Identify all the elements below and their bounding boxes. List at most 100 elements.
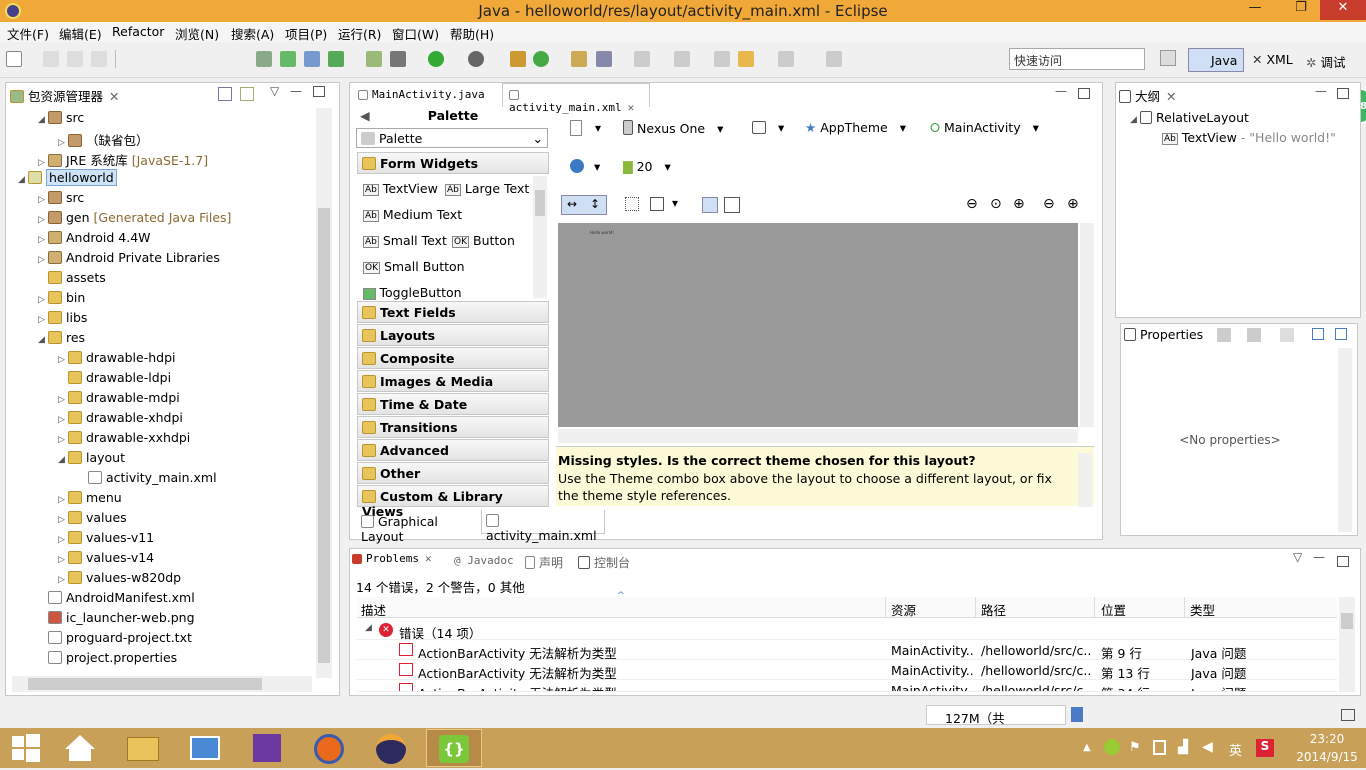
close-button[interactable]: ✕ — [1320, 0, 1366, 20]
chevron-down-icon[interactable]: ▾ — [595, 121, 601, 135]
menu-search[interactable]: 搜索(A) — [231, 24, 274, 43]
table-row[interactable]: ActionBarActivity 无法解析为类型 MainActivity..… — [357, 640, 1337, 661]
palette-select[interactable]: Palette ⌄ — [356, 128, 548, 148]
properties-scrollbar[interactable] — [1338, 348, 1352, 532]
tree-item[interactable]: ▷ bin — [38, 290, 85, 310]
view-menu-icon[interactable]: ▽ — [270, 84, 279, 98]
tree-item[interactable]: ▷ src — [38, 190, 84, 210]
next-annotation-icon[interactable] — [634, 51, 650, 67]
warning-scrollbar[interactable] — [1078, 453, 1092, 507]
collapse-all-icon[interactable] — [1335, 328, 1347, 340]
outline-root[interactable]: ◢ RelativeLayout — [1130, 110, 1249, 125]
column-location[interactable]: 位置 — [1101, 600, 1126, 619]
sort-az-icon[interactable] — [1247, 328, 1261, 342]
canvas-vertical-scrollbar[interactable] — [1080, 223, 1094, 427]
tab-javadoc[interactable]: @ Javadoc — [454, 554, 514, 567]
tab-problems[interactable]: Problems ✕ — [352, 552, 432, 565]
search-icon[interactable] — [596, 51, 612, 67]
eclipse-taskbar-icon[interactable] — [369, 729, 413, 767]
close-icon[interactable]: ✕ — [425, 552, 432, 565]
file-explorer-icon[interactable] — [121, 729, 165, 767]
canvas-horizontal-scrollbar[interactable] — [558, 429, 1078, 443]
tab-activity-main[interactable]: activity_main.xml ✕ — [502, 83, 650, 114]
tab-console[interactable]: 控制台 — [578, 554, 630, 571]
lint-icon[interactable] — [304, 51, 320, 67]
tree-item[interactable]: ▷ drawable-xhdpi — [58, 410, 183, 430]
pin-editor-icon[interactable] — [826, 51, 842, 67]
save-all-icon[interactable] — [67, 51, 83, 67]
tree-item[interactable]: ◢ src — [38, 110, 84, 130]
perspective-debug[interactable]: ✲ 调试 — [1300, 48, 1351, 72]
open-perspective-icon[interactable] — [1160, 50, 1176, 66]
tree-item-selected[interactable]: ◢ helloworld — [18, 169, 117, 190]
debug-icon[interactable] — [390, 51, 406, 67]
external-tools-icon[interactable] — [468, 51, 484, 67]
close-icon[interactable]: ✕ — [109, 89, 119, 104]
maximize-view-icon[interactable] — [313, 86, 325, 97]
widget-large-text[interactable]: Ab Large Text — [445, 181, 529, 196]
locale-select[interactable]: ▾ — [570, 159, 600, 174]
tree-item[interactable]: project.properties — [38, 650, 177, 670]
tray-app-icon[interactable] — [1104, 739, 1120, 755]
device-select[interactable]: Nexus One ▾ — [623, 120, 723, 136]
table-row[interactable]: ActionBarActivity 无法解析为类型 MainActivity..… — [357, 680, 1337, 692]
print-icon[interactable] — [91, 51, 107, 67]
tree-item[interactable]: AndroidManifest.xml — [38, 590, 195, 610]
remote-desktop-icon[interactable] — [183, 729, 227, 767]
package-explorer-tab[interactable]: 包资源管理器 ✕ — [10, 86, 120, 110]
layout-canvas[interactable]: Hello world! — [558, 223, 1078, 427]
column-path[interactable]: 路径 — [981, 600, 1006, 619]
api-level-select[interactable]: ▇ 20 ▾ — [623, 159, 671, 174]
link-editor-icon[interactable] — [240, 87, 254, 101]
menu-refactor[interactable]: Refactor — [112, 24, 164, 39]
zoom-out-icon[interactable]: ⊖ — [1043, 196, 1055, 212]
minimize-button[interactable]: — — [1240, 0, 1270, 20]
menu-window[interactable]: 窗口(W) — [392, 24, 439, 43]
widget-medium-text[interactable]: Ab Medium Text — [363, 207, 462, 222]
widget-small-button[interactable]: OK Small Button — [363, 259, 465, 274]
close-icon[interactable]: ✕ — [1166, 89, 1176, 104]
clock-time[interactable]: 23:20 — [1296, 732, 1358, 746]
zoom-mode-toggle[interactable] — [700, 195, 744, 215]
clip-icon[interactable] — [650, 197, 664, 211]
volume-icon[interactable]: ◀ — [1202, 739, 1213, 755]
show-margins-icon[interactable] — [625, 197, 639, 211]
tree-item[interactable]: ▷ libs — [38, 310, 87, 330]
categories-icon[interactable] — [1217, 328, 1231, 342]
tab-xml-source[interactable]: activity_main.xml — [481, 510, 605, 543]
open-type-icon[interactable] — [571, 51, 587, 67]
palette-section-transitions[interactable]: Transitions — [357, 416, 549, 438]
tree-item[interactable]: ▷ Android Private Libraries — [38, 250, 220, 270]
prev-annotation-icon[interactable] — [674, 51, 690, 67]
save-icon[interactable] — [43, 51, 59, 67]
tab-graphical-layout[interactable]: Graphical Layout — [357, 511, 479, 544]
tree-item[interactable]: activity_main.xml — [78, 470, 217, 490]
new-java-class-icon[interactable] — [533, 51, 549, 67]
table-row[interactable]: ActionBarActivity 无法解析为类型 MainActivity..… — [357, 660, 1337, 681]
menu-navigate[interactable]: 浏览(N) — [175, 24, 219, 43]
palette-section-advanced[interactable]: Advanced — [357, 439, 549, 461]
menu-project[interactable]: 项目(P) — [285, 24, 327, 43]
canvas-textview[interactable]: Hello world! — [590, 230, 614, 235]
new-android-project-icon[interactable] — [366, 51, 382, 67]
new-java-package-icon[interactable] — [510, 51, 526, 67]
palette-section-other[interactable]: Other — [357, 462, 549, 484]
menu-edit[interactable]: 编辑(E) — [59, 24, 102, 43]
palette-section-form-widgets[interactable]: Form Widgets — [357, 152, 549, 174]
tree-item[interactable]: ◢ layout — [58, 450, 125, 470]
palette-scrollbar[interactable] — [533, 176, 547, 298]
widget-togglebutton[interactable]: ▬ ToggleButton — [363, 285, 462, 300]
run-icon[interactable] — [428, 51, 444, 67]
home-icon[interactable] — [58, 729, 102, 767]
tab-mainactivity[interactable]: MainActivity.java — [352, 84, 502, 108]
action-center-icon[interactable]: ⚑ — [1129, 740, 1141, 755]
menu-file[interactable]: 文件(F) — [7, 24, 49, 43]
perspective-xml[interactable]: ✕ XML — [1246, 48, 1299, 72]
outline-child[interactable]: Ab TextView - "Hello world!" — [1162, 130, 1336, 145]
zoom-fit-icon[interactable]: ⊖ — [966, 196, 978, 212]
column-type[interactable]: 类型 — [1190, 600, 1215, 619]
new-icon[interactable] — [6, 51, 22, 67]
tree-item[interactable]: ▷ Android 4.4W — [38, 230, 151, 250]
tree-item[interactable]: ▷ gen [Generated Java Files] — [38, 210, 231, 230]
zoom-real-icon[interactable]: ⊙ — [990, 196, 1002, 212]
